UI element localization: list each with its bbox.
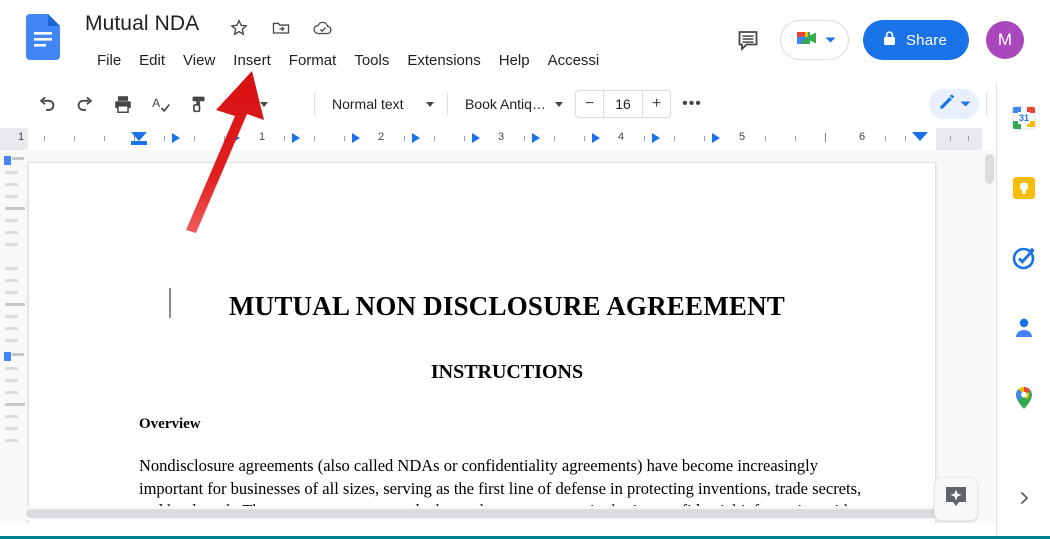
horizontal-scrollbar[interactable] <box>0 506 982 520</box>
avatar[interactable]: M <box>986 21 1024 59</box>
paragraph-style-value: Normal text <box>332 96 404 112</box>
document-canvas: MUTUAL NON DISCLOSURE AGREEMENT INSTRUCT… <box>0 150 982 523</box>
explore-sparkle-button[interactable] <box>934 477 978 521</box>
paragraph-style-dropdown[interactable]: Normal text <box>322 90 440 118</box>
menu-item-extensions[interactable]: Extensions <box>398 48 489 74</box>
font-family-dropdown[interactable]: Book Antiq… <box>455 90 569 118</box>
ruler[interactable]: 1 1 2 3 4 5 6 <box>0 128 1050 150</box>
menu-item-insert[interactable]: Insert <box>224 48 280 74</box>
pencil-edit-icon <box>937 92 957 117</box>
google-docs-window: Mutual NDA File Edit <box>0 0 1050 539</box>
menu-item-help[interactable]: Help <box>490 48 539 74</box>
increase-font-size-button[interactable]: + <box>643 91 670 117</box>
ruler-number: 1 <box>18 131 24 143</box>
toolbar-divider <box>225 93 226 115</box>
chevron-down-icon <box>960 95 971 113</box>
document-title[interactable]: Mutual NDA <box>82 8 202 40</box>
ruler-number: 3 <box>498 131 504 143</box>
font-size-stepper: − 16 + <box>575 90 671 118</box>
zoom-dropdown[interactable]: % <box>233 90 307 118</box>
menu-bar-clip: File Edit View Insert Format Tools Exten… <box>88 45 648 77</box>
document-heading-2: INSTRUCTIONS <box>139 361 875 384</box>
google-keep-icon[interactable] <box>1010 174 1038 202</box>
font-family-value: Book Antiq… <box>465 96 546 112</box>
avatar-initial: M <box>998 30 1012 50</box>
google-tasks-icon[interactable] <box>1010 244 1038 272</box>
chevron-down-icon <box>426 102 434 107</box>
undo-icon[interactable] <box>32 89 62 119</box>
title-action-icons <box>225 14 337 42</box>
document-page[interactable]: MUTUAL NON DISCLOSURE AGREEMENT INSTRUCT… <box>28 162 936 523</box>
chevron-down-icon <box>825 31 836 49</box>
spellcheck-icon[interactable]: A <box>146 89 176 119</box>
document-outline-minimap[interactable] <box>0 150 26 523</box>
menu-item-format[interactable]: Format <box>280 48 346 74</box>
svg-text:A: A <box>152 96 160 110</box>
text-cursor <box>169 288 171 318</box>
calendar-badge-number: 31 <box>1019 113 1029 123</box>
ruler-number: 4 <box>618 131 624 143</box>
ruler-track: 1 1 2 3 4 5 6 <box>0 128 982 150</box>
google-maps-icon[interactable] <box>1010 384 1038 412</box>
horizontal-scrollbar-thumb[interactable] <box>26 509 966 518</box>
minimap-doc-icon <box>4 352 11 361</box>
toolbar-divider <box>447 93 448 115</box>
toolbar-divider <box>314 93 315 115</box>
right-indent-marker[interactable] <box>912 132 928 141</box>
share-label: Share <box>906 32 947 49</box>
print-icon[interactable] <box>108 89 138 119</box>
left-indent-marker[interactable] <box>131 132 147 141</box>
star-icon[interactable] <box>225 14 253 42</box>
document-heading-1: MUTUAL NON DISCLOSURE AGREEMENT <box>139 291 875 322</box>
left-indent-bar <box>131 141 147 145</box>
ruler-number: 5 <box>739 131 745 143</box>
toolbar-divider <box>986 93 987 115</box>
explore-sparkle-icon <box>943 484 969 515</box>
chevron-down-icon <box>555 102 563 107</box>
share-button[interactable]: Share <box>863 20 969 60</box>
move-to-folder-icon[interactable] <box>267 14 295 42</box>
app-header: Mutual NDA File Edit <box>0 0 1050 80</box>
menu-item-edit[interactable]: Edit <box>130 48 174 74</box>
header-right-actions: Share M <box>728 0 1050 80</box>
formatting-toolbar: A % Normal text Book Antiq… <box>0 82 1050 126</box>
paint-format-icon[interactable] <box>184 89 214 119</box>
editing-mode-button[interactable] <box>929 89 979 119</box>
title-block: Mutual NDA <box>82 8 202 40</box>
google-docs-icon[interactable] <box>26 14 60 60</box>
side-panel: 31 <box>996 82 1050 539</box>
menu-item-accessibility[interactable]: Accessi <box>539 48 609 74</box>
menu-item-tools[interactable]: Tools <box>345 48 398 74</box>
chevron-right-icon[interactable] <box>1011 485 1037 511</box>
ruler-number: 2 <box>378 131 384 143</box>
ruler-number: 6 <box>859 131 865 143</box>
comment-history-icon[interactable] <box>728 20 768 60</box>
vertical-scrollbar-thumb[interactable] <box>985 154 994 184</box>
font-size-input[interactable]: 16 <box>603 91 643 117</box>
google-meet-button[interactable] <box>780 20 849 60</box>
chevron-down-icon <box>260 102 268 107</box>
redo-icon[interactable] <box>70 89 100 119</box>
page-content: MUTUAL NON DISCLOSURE AGREEMENT INSTRUCT… <box>139 163 875 523</box>
zoom-value: % <box>241 96 253 112</box>
more-options-button[interactable]: ••• <box>677 89 707 119</box>
menu-bar: File Edit View Insert Format Tools Exten… <box>88 48 608 74</box>
ruler-number: 1 <box>259 131 265 143</box>
google-meet-icon <box>794 27 820 54</box>
ruler-margin-right <box>936 128 982 150</box>
google-contacts-icon[interactable] <box>1010 314 1038 342</box>
menu-item-view[interactable]: View <box>174 48 224 74</box>
decrease-font-size-button[interactable]: − <box>576 91 603 117</box>
cloud-saved-icon[interactable] <box>309 14 337 42</box>
lock-icon <box>882 30 897 51</box>
document-heading-3: Overview <box>139 416 875 433</box>
menu-item-file[interactable]: File <box>88 48 130 74</box>
vertical-scrollbar[interactable] <box>982 150 996 523</box>
minimap-doc-icon <box>4 156 11 165</box>
google-calendar-icon[interactable]: 31 <box>1010 104 1038 132</box>
